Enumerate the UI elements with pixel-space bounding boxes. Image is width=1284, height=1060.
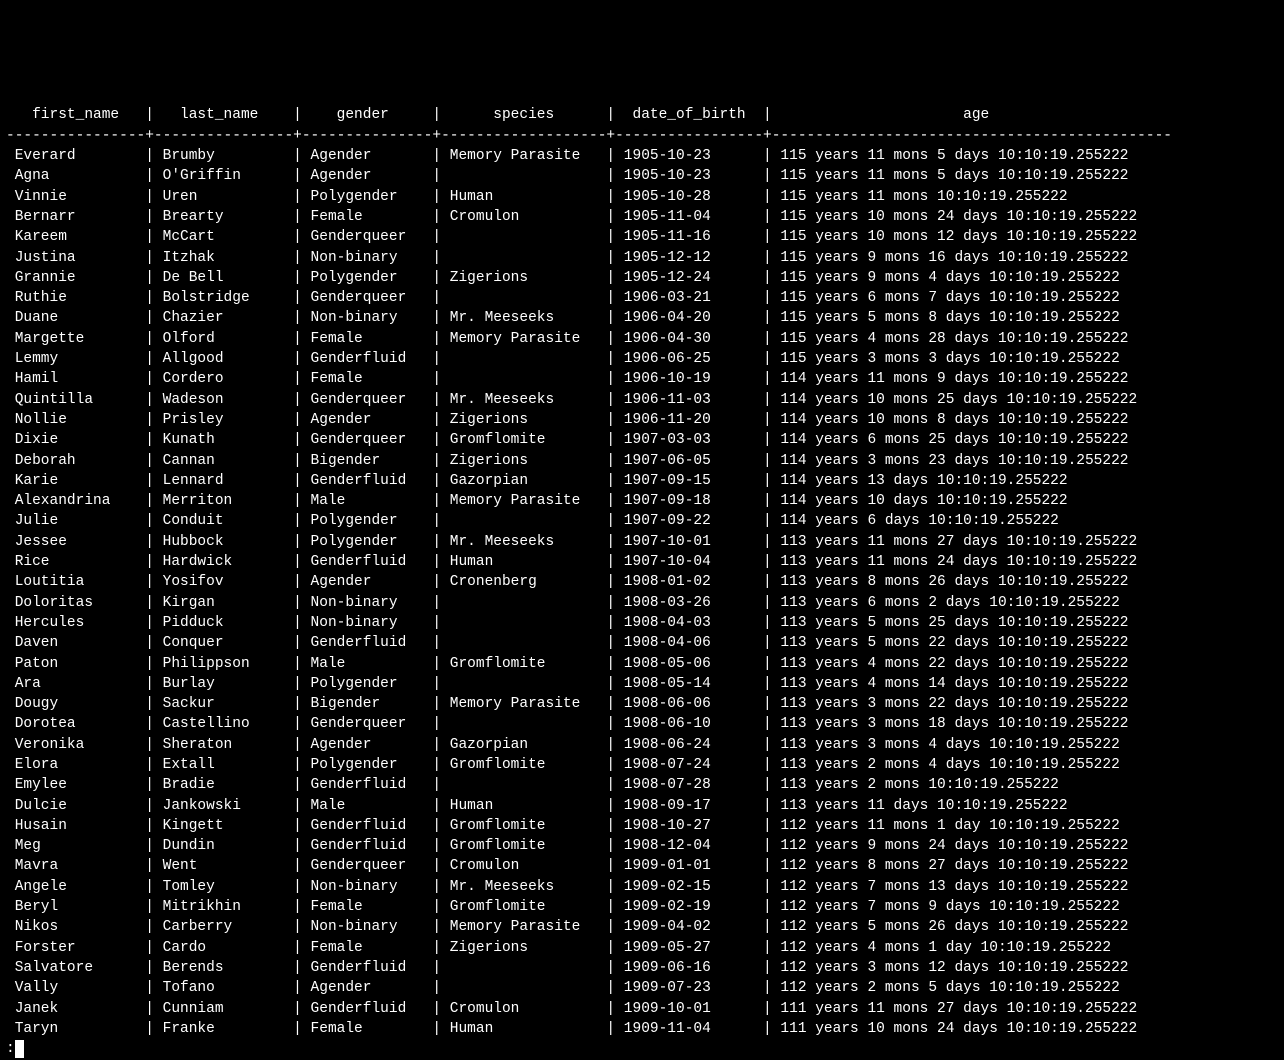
table-row: Hamil | Cordero | Female | | 1906-10-19 …	[6, 369, 1278, 389]
table-row: Alexandrina | Merriton | Male | Memory P…	[6, 491, 1278, 511]
table-row: Loutitia | Yosifov | Agender | Cronenber…	[6, 572, 1278, 592]
table-row: Dixie | Kunath | Genderqueer | Gromflomi…	[6, 430, 1278, 450]
table-row: Karie | Lennard | Genderfluid | Gazorpia…	[6, 471, 1278, 491]
table-row: Daven | Conquer | Genderfluid | | 1908-0…	[6, 633, 1278, 653]
table-row: Husain | Kingett | Genderfluid | Gromflo…	[6, 816, 1278, 836]
pager-prompt[interactable]: :	[6, 1039, 1278, 1059]
table-row: Forster | Cardo | Female | Zigerions | 1…	[6, 938, 1278, 958]
table-row: Ruthie | Bolstridge | Genderqueer | | 19…	[6, 288, 1278, 308]
table-row: Agna | O'Griffin | Agender | | 1905-10-2…	[6, 166, 1278, 186]
table-row: Quintilla | Wadeson | Genderqueer | Mr. …	[6, 390, 1278, 410]
table-row: Emylee | Bradie | Genderfluid | | 1908-0…	[6, 775, 1278, 795]
table-row: Mavra | Went | Genderqueer | Cromulon | …	[6, 856, 1278, 876]
table-row: Vally | Tofano | Agender | | 1909-07-23 …	[6, 978, 1278, 998]
table-row: Nikos | Carberry | Non-binary | Memory P…	[6, 917, 1278, 937]
table-row: Margette | Olford | Female | Memory Para…	[6, 329, 1278, 349]
terminal-output[interactable]: first_name | last_name | gender | specie…	[0, 101, 1284, 1060]
table-row: Salvatore | Berends | Genderfluid | | 19…	[6, 958, 1278, 978]
table-row: Dulcie | Jankowski | Male | Human | 1908…	[6, 796, 1278, 816]
table-row: Julie | Conduit | Polygender | | 1907-09…	[6, 511, 1278, 531]
table-row: Grannie | De Bell | Polygender | Zigerio…	[6, 268, 1278, 288]
prompt-text: :	[6, 1039, 15, 1059]
table-row: Angele | Tomley | Non-binary | Mr. Meese…	[6, 877, 1278, 897]
table-row: Justina | Itzhak | Non-binary | | 1905-1…	[6, 248, 1278, 268]
table-row: Veronika | Sheraton | Agender | Gazorpia…	[6, 735, 1278, 755]
table-row: Paton | Philippson | Male | Gromflomite …	[6, 654, 1278, 674]
table-row: Deborah | Cannan | Bigender | Zigerions …	[6, 451, 1278, 471]
table-row: Elora | Extall | Polygender | Gromflomit…	[6, 755, 1278, 775]
table-row: Doloritas | Kirgan | Non-binary | | 1908…	[6, 593, 1278, 613]
table-row: Bernarr | Brearty | Female | Cromulon | …	[6, 207, 1278, 227]
table-row: Kareem | McCart | Genderqueer | | 1905-1…	[6, 227, 1278, 247]
table-row: Beryl | Mitrikhin | Female | Gromflomite…	[6, 897, 1278, 917]
table-row: Vinnie | Uren | Polygender | Human | 190…	[6, 187, 1278, 207]
table-row: Lemmy | Allgood | Genderfluid | | 1906-0…	[6, 349, 1278, 369]
table-row: Jessee | Hubbock | Polygender | Mr. Mees…	[6, 532, 1278, 552]
table-row: Everard | Brumby | Agender | Memory Para…	[6, 146, 1278, 166]
table-row: Hercules | Pidduck | Non-binary | | 1908…	[6, 613, 1278, 633]
table-row: Dougy | Sackur | Bigender | Memory Paras…	[6, 694, 1278, 714]
table-row: Dorotea | Castellino | Genderqueer | | 1…	[6, 714, 1278, 734]
table-row: Janek | Cunniam | Genderfluid | Cromulon…	[6, 999, 1278, 1019]
table-row: Meg | Dundin | Genderfluid | Gromflomite…	[6, 836, 1278, 856]
table-header: first_name | last_name | gender | specie…	[6, 105, 1278, 125]
table-row: Nollie | Prisley | Agender | Zigerions |…	[6, 410, 1278, 430]
table-row: Rice | Hardwick | Genderfluid | Human | …	[6, 552, 1278, 572]
cursor-icon	[15, 1040, 24, 1058]
table-row: Duane | Chazier | Non-binary | Mr. Meese…	[6, 308, 1278, 328]
table-row: Ara | Burlay | Polygender | | 1908-05-14…	[6, 674, 1278, 694]
table-separator: ----------------+----------------+------…	[6, 126, 1278, 146]
table-row: Taryn | Franke | Female | Human | 1909-1…	[6, 1019, 1278, 1039]
